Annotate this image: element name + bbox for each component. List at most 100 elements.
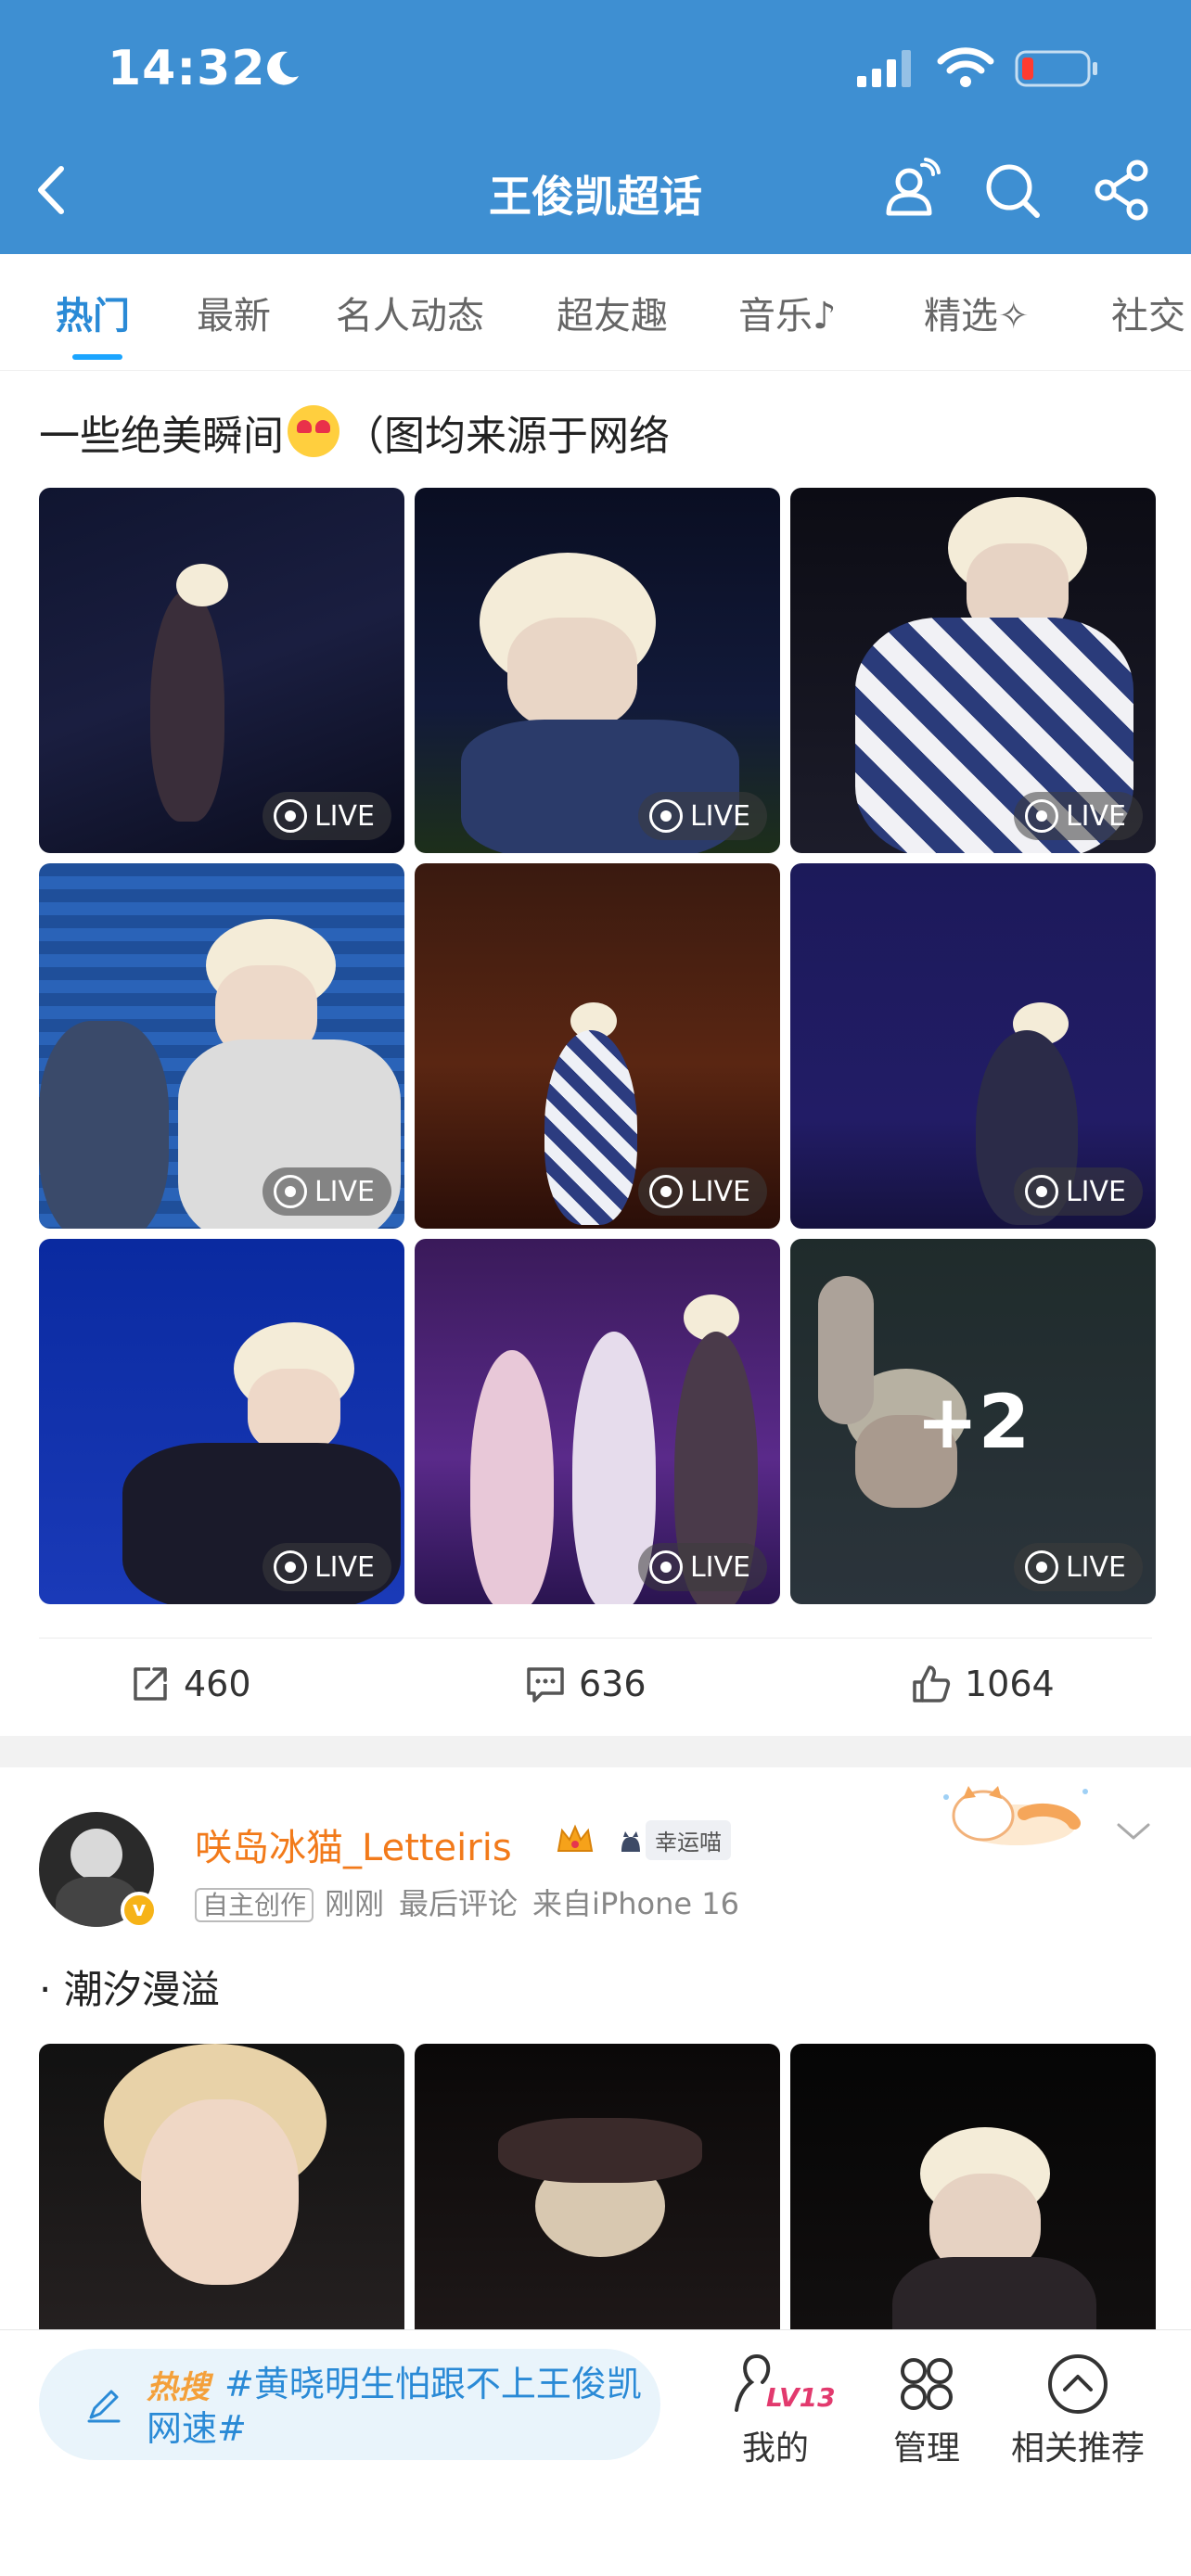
heart-eyes-emoji-icon	[288, 405, 339, 457]
photo-dancer	[470, 1350, 554, 1604]
photo-figure	[544, 1030, 637, 1225]
post-actions: 460 636 1064	[0, 1643, 1191, 1732]
live-icon	[1024, 1550, 1058, 1584]
share-button[interactable]: 460	[130, 1664, 251, 1704]
tab-bar: 热门 最新 名人动态 超友趣 音乐♪ 精选✧ 社交	[0, 254, 1191, 371]
photo-tile[interactable]: LIVE	[790, 863, 1156, 1229]
photo-tile[interactable]: +2 LIVE	[790, 1239, 1156, 1604]
crown-icon	[557, 1824, 594, 1852]
live-photo-badge: LIVE	[637, 792, 767, 840]
comment-count: 636	[579, 1664, 647, 1704]
photo-hair	[176, 564, 228, 606]
tab-featured[interactable]: 精选✧	[924, 286, 1030, 339]
battery-icon	[1015, 50, 1097, 87]
like-button[interactable]: 1064	[911, 1664, 1055, 1704]
post-title: 一些绝美瞬间 （图均来源于网络	[39, 402, 670, 462]
photo-face	[507, 618, 637, 729]
photo-tile[interactable]: LIVE	[39, 488, 404, 853]
live-photo-badge: LIVE	[1013, 1543, 1143, 1591]
post-time: 刚刚	[325, 1886, 385, 1921]
manage-button[interactable]: 管理	[876, 2351, 978, 2469]
thumbs-up-icon	[913, 1665, 951, 1702]
post-source: 来自iPhone 16	[532, 1886, 739, 1921]
bottom-bar: #黄晓明生怕跟不上王俊凯网速# 热搜 LV13 我的 管理 相关推荐	[0, 2329, 1191, 2576]
live-label: LIVE	[314, 1175, 375, 1208]
manage-icon	[901, 2358, 953, 2410]
badge-label: 幸运喵	[646, 1819, 731, 1860]
live-icon	[1024, 1175, 1058, 1208]
live-label: LIVE	[689, 1175, 750, 1208]
photo-tile[interactable]: LIVE	[415, 863, 780, 1229]
tab-celebrity[interactable]: 名人动态	[336, 286, 484, 339]
live-icon	[273, 799, 307, 833]
post-title-text: 一些绝美瞬间	[39, 413, 284, 460]
photo-fan	[39, 1021, 169, 1229]
mine-label: 我的	[741, 2429, 809, 2468]
live-photo-badge: LIVE	[262, 792, 391, 840]
live-label: LIVE	[314, 799, 375, 833]
music-note-icon: ♪	[813, 295, 837, 338]
share-icon[interactable]	[1091, 158, 1156, 223]
avatar-face	[70, 1829, 122, 1881]
sparkle-icon: ✧	[998, 295, 1030, 338]
live-label: LIVE	[689, 1550, 750, 1584]
hot-search-label: 热搜	[147, 2369, 210, 2406]
content-tag: 自主创作	[195, 1888, 314, 1922]
live-photo-badge: LIVE	[637, 1167, 767, 1216]
live-photo-badge: LIVE	[1013, 1167, 1143, 1216]
chevron-down-icon[interactable]	[1113, 1817, 1154, 1845]
feed-separator	[0, 1736, 1191, 1767]
header-bar: 14:32 王俊凯超话	[0, 0, 1191, 254]
wifi-icon	[937, 47, 994, 87]
comment-icon	[527, 1667, 564, 1702]
live-label: LIVE	[689, 799, 750, 833]
post-title-text-suffix: （图均来源于网络	[343, 413, 670, 460]
photo-face	[141, 2099, 299, 2285]
photo-arm	[498, 2118, 702, 2183]
photo-figure	[150, 590, 224, 822]
recommend-button[interactable]: 相关推荐	[1004, 2351, 1152, 2469]
live-label: LIVE	[1065, 1175, 1126, 1208]
tab-hot[interactable]: 热门	[56, 286, 130, 339]
mine-button[interactable]: LV13 我的	[729, 2351, 836, 2469]
post-text: · 潮汐漫溢	[39, 1967, 220, 2012]
cat-icon	[621, 1831, 640, 1852]
chevron-up-circle-icon	[1048, 2354, 1108, 2414]
share-count: 460	[184, 1664, 251, 1704]
hot-search-pill[interactable]: #黄晓明生怕跟不上王俊凯网速# 热搜	[39, 2349, 660, 2460]
tab-latest[interactable]: 最新	[197, 286, 271, 339]
tab-featured-label: 精选	[924, 295, 998, 338]
comment-button[interactable]: 636	[525, 1664, 647, 1704]
live-label: LIVE	[1065, 799, 1126, 833]
live-label: LIVE	[1065, 1550, 1126, 1584]
like-count: 1064	[965, 1664, 1055, 1704]
cat-sticker-icon	[943, 1786, 1088, 1845]
tab-music[interactable]: 音乐♪	[738, 286, 837, 339]
photo-tile[interactable]: LIVE	[790, 488, 1156, 853]
status-time: 14:32	[108, 41, 266, 96]
members-icon[interactable]	[877, 158, 942, 223]
manage-label: 管理	[892, 2429, 960, 2468]
photo-tile[interactable]: LIVE	[415, 488, 780, 853]
photo-face	[248, 1369, 340, 1452]
tab-music-label: 音乐	[738, 295, 813, 338]
live-icon	[648, 1175, 683, 1208]
live-photo-badge: LIVE	[1013, 792, 1143, 840]
username[interactable]: 咲岛冰猫_Letteiris	[195, 1817, 512, 1871]
pencil-icon	[87, 2390, 121, 2423]
tab-fans-fun[interactable]: 超友趣	[557, 286, 668, 339]
post-meta: 自主创作 刚刚 最后评论 来自iPhone 16	[195, 1881, 739, 1923]
live-icon	[273, 1550, 307, 1584]
repost-icon	[134, 1667, 167, 1701]
level-badge: LV13	[766, 2382, 836, 2413]
search-icon[interactable]	[980, 158, 1044, 223]
live-photo-badge: LIVE	[262, 1543, 391, 1591]
photo-tile[interactable]: LIVE	[415, 1239, 780, 1604]
tab-social[interactable]: 社交	[1111, 286, 1185, 339]
live-label: LIVE	[314, 1550, 375, 1584]
live-photo-badge: LIVE	[262, 1167, 391, 1216]
photo-tile[interactable]: LIVE	[39, 1239, 404, 1604]
photo-tile[interactable]: LIVE	[39, 863, 404, 1229]
live-icon	[1024, 799, 1058, 833]
cellular-signal-icon	[857, 50, 911, 87]
